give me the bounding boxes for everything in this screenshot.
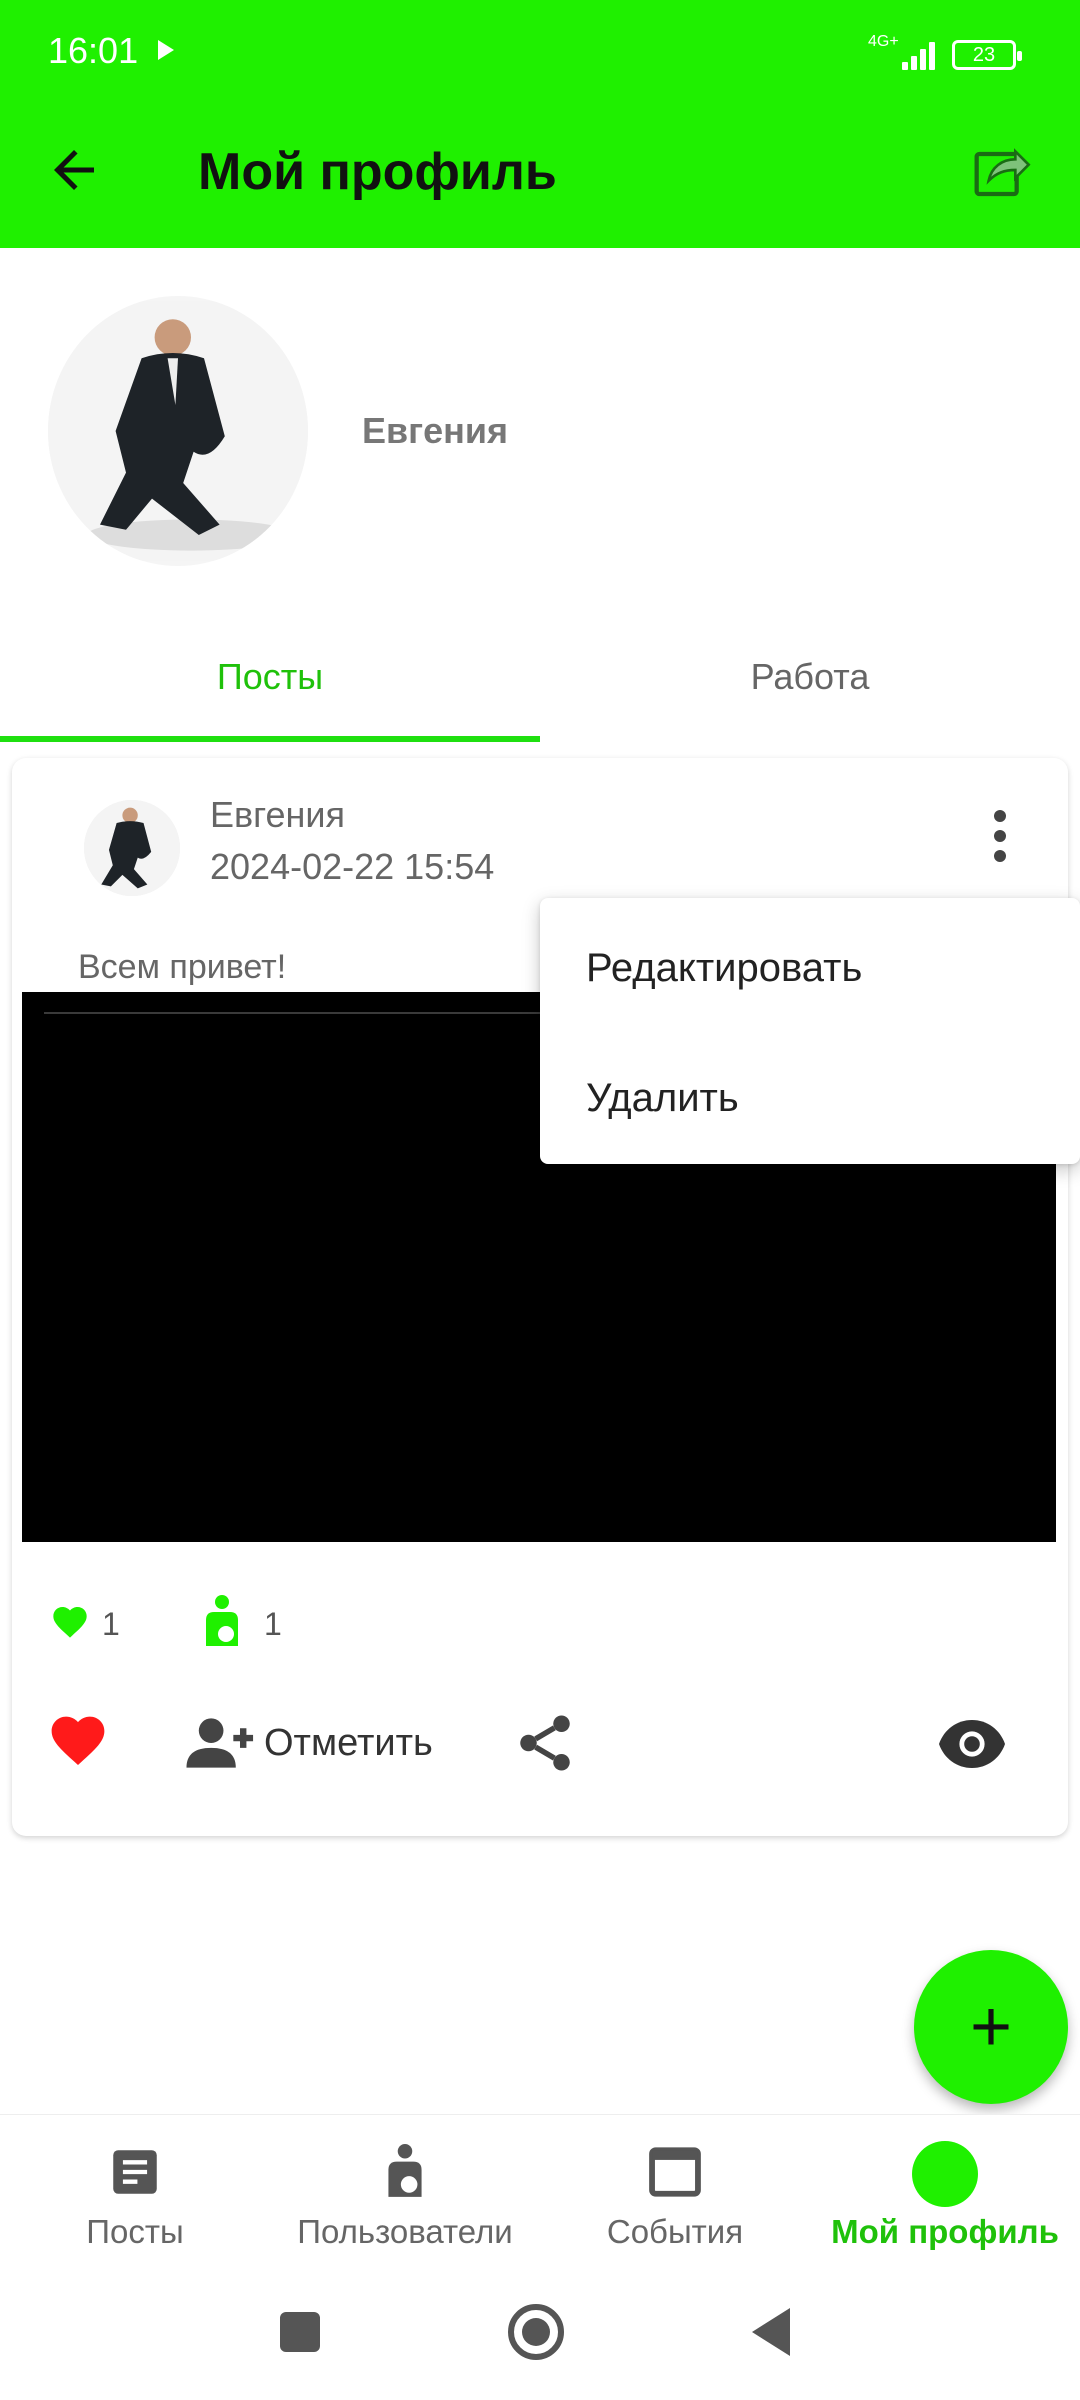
menu-delete[interactable]: Удалить — [586, 1076, 739, 1121]
like-button[interactable] — [46, 1714, 110, 1772]
tag-user-label: Отметить — [264, 1721, 433, 1764]
battery-level: 23 — [972, 44, 996, 66]
user-icon — [388, 2144, 422, 2197]
nav-posts-label: Посты — [86, 2213, 184, 2250]
network-type: 4G+ — [868, 33, 899, 50]
bottom-navigation: Посты Пользователи События Мой профиль — [0, 2114, 1080, 2274]
nav-users-label: Пользователи — [297, 2213, 513, 2250]
nav-my-profile[interactable]: Мой профиль — [810, 2115, 1080, 2275]
calendar-icon — [649, 2147, 701, 2197]
person-add-icon — [186, 1718, 254, 1768]
more-vert-icon[interactable] — [980, 802, 1020, 872]
status-time: 16:01 — [48, 30, 139, 71]
tab-work[interactable]: Работа — [540, 656, 1080, 698]
page-title: Мой профиль — [198, 143, 557, 201]
share-icon[interactable] — [512, 1710, 578, 1776]
nav-events-label: События — [606, 2213, 744, 2250]
app-bar: 16:01 4G+ 23 Мой профиль — [0, 0, 1080, 248]
recents-button[interactable] — [280, 2312, 320, 2352]
post-options-menu: Редактировать Удалить — [540, 898, 1080, 1164]
play-store-icon — [158, 40, 174, 60]
post-text: Всем привет! — [78, 948, 287, 986]
add-post-button[interactable]: + — [914, 1950, 1068, 2104]
nav-my-profile-label: Мой профиль — [831, 2213, 1059, 2250]
post-author: Евгения — [210, 794, 345, 835]
nav-events[interactable]: События — [540, 2115, 810, 2275]
document-icon — [113, 2150, 157, 2194]
profile-avatar[interactable] — [48, 296, 308, 566]
tab-indicator — [0, 736, 540, 742]
profile-dot-icon — [912, 2141, 978, 2207]
eye-icon[interactable] — [936, 1716, 1008, 1772]
like-count: 1 — [102, 1606, 120, 1642]
heart-icon — [53, 1607, 87, 1638]
post-date: 2024-02-22 15:54 — [210, 846, 495, 887]
share-profile-icon[interactable] — [970, 138, 1034, 202]
tag-count: 1 — [264, 1606, 282, 1642]
system-navigation — [0, 2274, 1080, 2400]
tag-user-button[interactable]: Отметить — [184, 1710, 433, 1776]
plus-icon: + — [969, 1987, 1013, 2067]
tab-posts[interactable]: Посты — [0, 656, 540, 698]
author-avatar[interactable] — [84, 800, 180, 896]
profile-name: Евгения — [362, 410, 509, 451]
back-arrow-icon[interactable] — [44, 140, 104, 200]
nav-posts[interactable]: Посты — [0, 2115, 270, 2275]
home-button[interactable] — [508, 2304, 564, 2360]
tagged-user-icon — [206, 1595, 238, 1646]
nav-users[interactable]: Пользователи — [270, 2115, 540, 2275]
battery-icon: 23 — [952, 40, 1022, 70]
system-back-button[interactable] — [752, 2308, 790, 2356]
menu-edit[interactable]: Редактировать — [586, 946, 862, 991]
signal-icon — [902, 38, 940, 70]
